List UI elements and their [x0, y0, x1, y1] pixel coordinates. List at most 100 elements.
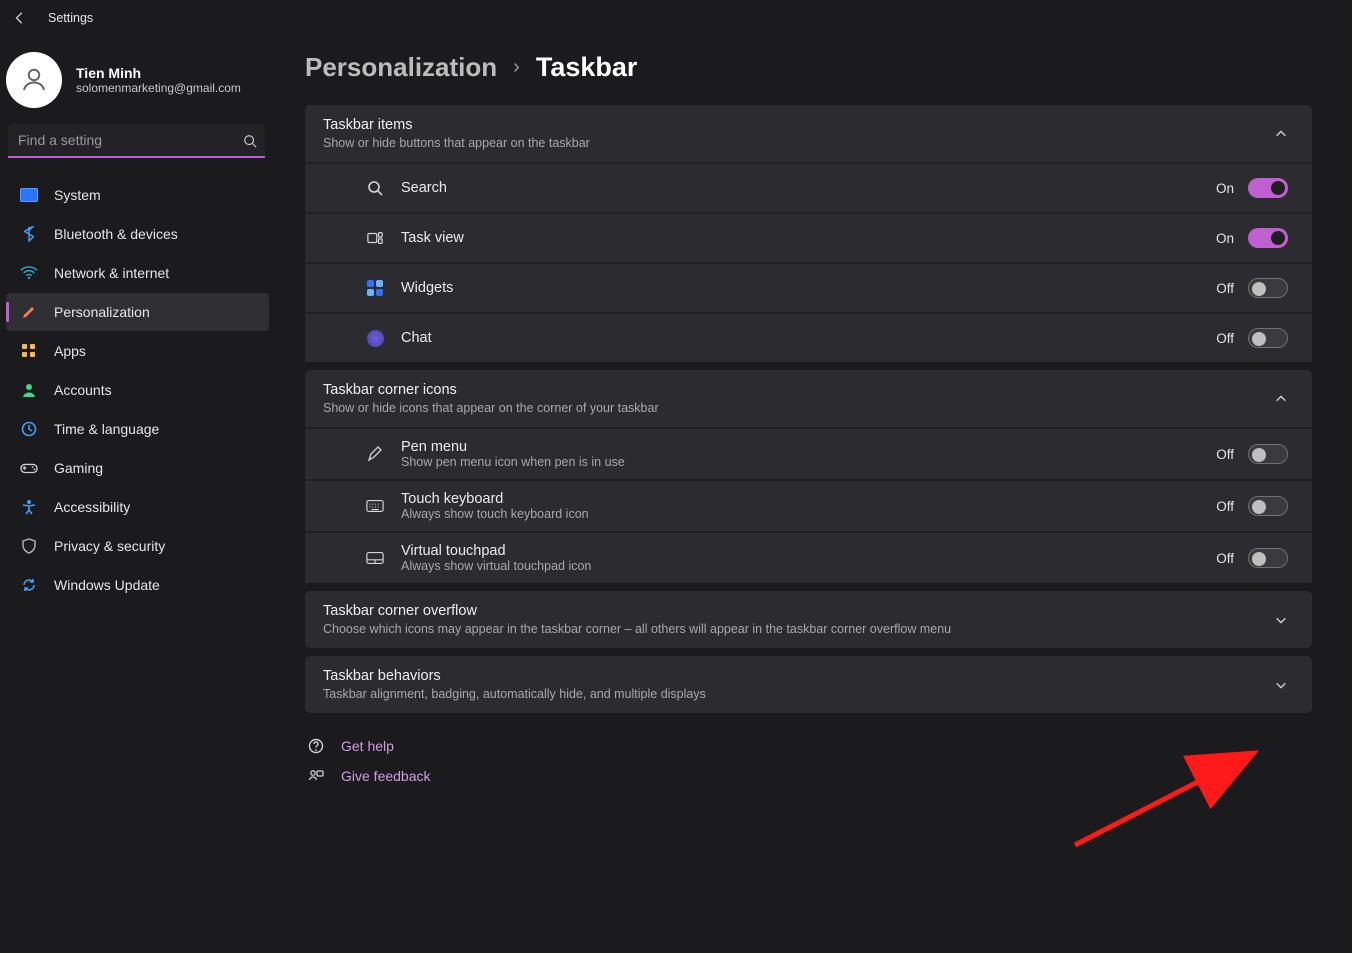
nav-network[interactable]: Network & internet	[6, 254, 269, 292]
chevron-up-icon	[1274, 127, 1288, 141]
row-label: Task view	[401, 230, 464, 246]
paint-icon	[20, 303, 38, 321]
aux-links: Get help Give feedback	[305, 737, 1312, 785]
update-icon	[20, 576, 38, 594]
taskbar-behaviors-header[interactable]: Taskbar behaviors Taskbar alignment, bad…	[305, 656, 1312, 713]
main-content: Personalization › Taskbar Taskbar items …	[275, 34, 1352, 953]
give-feedback-link[interactable]: Give feedback	[307, 767, 1312, 785]
back-arrow-icon	[13, 11, 27, 25]
row-chat: Chat Off	[305, 312, 1312, 362]
row-task-view: Task view On	[305, 212, 1312, 262]
row-sublabel: Show pen menu icon when pen is in use	[401, 455, 625, 469]
feedback-icon	[307, 767, 325, 785]
corner-overflow-header[interactable]: Taskbar corner overflow Choose which ico…	[305, 591, 1312, 648]
search-input[interactable]	[8, 124, 265, 158]
person-icon	[19, 65, 49, 95]
toggle-state: On	[1216, 181, 1234, 196]
nav-label: Privacy & security	[54, 538, 165, 554]
toggle-task-view[interactable]	[1248, 228, 1288, 248]
nav-label: Network & internet	[54, 265, 169, 281]
clock-icon	[20, 420, 38, 438]
nav-accounts[interactable]: Accounts	[6, 371, 269, 409]
section-corner-overflow: Taskbar corner overflow Choose which ico…	[305, 591, 1312, 648]
section-subtitle: Choose which icons may appear in the tas…	[323, 622, 951, 636]
nav-apps[interactable]: Apps	[6, 332, 269, 370]
toggle-search[interactable]	[1248, 178, 1288, 198]
toggle-state: Off	[1216, 281, 1234, 296]
chevron-up-icon	[1274, 392, 1288, 406]
toggle-chat[interactable]	[1248, 328, 1288, 348]
search-field[interactable]	[8, 124, 265, 158]
section-taskbar-behaviors: Taskbar behaviors Taskbar alignment, bad…	[305, 656, 1312, 713]
nav-label: System	[54, 187, 101, 203]
nav-label: Personalization	[54, 304, 150, 320]
nav-label: Time & language	[54, 421, 159, 437]
wifi-icon	[20, 264, 38, 282]
chevron-right-icon: ›	[513, 56, 520, 79]
nav-label: Accounts	[54, 382, 112, 398]
section-title: Taskbar behaviors	[323, 668, 706, 684]
taskbar-items-header[interactable]: Taskbar items Show or hide buttons that …	[305, 105, 1312, 162]
nav-bluetooth[interactable]: Bluetooth & devices	[6, 215, 269, 253]
toggle-state: Off	[1216, 447, 1234, 462]
nav-gaming[interactable]: Gaming	[6, 449, 269, 487]
toggle-state: Off	[1216, 331, 1234, 346]
section-taskbar-items: Taskbar items Show or hide buttons that …	[305, 105, 1312, 362]
bluetooth-icon	[20, 225, 38, 243]
keyboard-icon	[365, 496, 385, 516]
breadcrumb-parent[interactable]: Personalization	[305, 52, 497, 83]
section-subtitle: Taskbar alignment, badging, automaticall…	[323, 687, 706, 701]
toggle-pen-menu[interactable]	[1248, 444, 1288, 464]
search-icon	[365, 178, 385, 198]
nav-label: Accessibility	[54, 499, 130, 515]
nav-accessibility[interactable]: Accessibility	[6, 488, 269, 526]
shield-icon	[20, 537, 38, 555]
toggle-state: Off	[1216, 499, 1234, 514]
row-label: Search	[401, 180, 447, 196]
nav-label: Gaming	[54, 460, 103, 476]
chevron-down-icon	[1274, 613, 1288, 627]
apps-icon	[20, 342, 38, 360]
avatar	[6, 52, 62, 108]
nav-privacy[interactable]: Privacy & security	[6, 527, 269, 565]
nav-system[interactable]: System	[6, 176, 269, 214]
chat-icon	[365, 328, 385, 348]
row-sublabel: Always show virtual touchpad icon	[401, 559, 591, 573]
nav-personalization[interactable]: Personalization	[6, 293, 269, 331]
get-help-link[interactable]: Get help	[307, 737, 1312, 755]
row-label: Virtual touchpad	[401, 543, 591, 559]
nav-time[interactable]: Time & language	[6, 410, 269, 448]
user-name: Tien Minh	[76, 65, 241, 81]
section-subtitle: Show or hide icons that appear on the co…	[323, 401, 659, 415]
nav-label: Windows Update	[54, 577, 160, 593]
toggle-virtual-touchpad[interactable]	[1248, 548, 1288, 568]
toggle-state: Off	[1216, 551, 1234, 566]
row-virtual-touchpad: Virtual touchpad Always show virtual tou…	[305, 531, 1312, 583]
link-label: Get help	[341, 738, 394, 754]
row-label: Touch keyboard	[401, 491, 589, 507]
corner-icons-header[interactable]: Taskbar corner icons Show or hide icons …	[305, 370, 1312, 427]
search-icon	[243, 134, 257, 148]
back-button[interactable]	[8, 6, 32, 30]
user-profile[interactable]: Tien Minh solomenmarketing@gmail.com	[6, 42, 269, 124]
row-touch-keyboard: Touch keyboard Always show touch keyboar…	[305, 479, 1312, 531]
help-icon	[307, 737, 325, 755]
display-icon	[20, 186, 38, 204]
app-title: Settings	[48, 11, 93, 25]
row-sublabel: Always show touch keyboard icon	[401, 507, 589, 521]
toggle-touch-keyboard[interactable]	[1248, 496, 1288, 516]
nav-label: Bluetooth & devices	[54, 226, 178, 242]
nav-menu: System Bluetooth & devices Network & int…	[6, 176, 269, 604]
toggle-widgets[interactable]	[1248, 278, 1288, 298]
nav-update[interactable]: Windows Update	[6, 566, 269, 604]
sidebar: Tien Minh solomenmarketing@gmail.com Sys…	[0, 34, 275, 953]
section-title: Taskbar corner overflow	[323, 603, 951, 619]
task-view-icon	[365, 228, 385, 248]
section-corner-icons: Taskbar corner icons Show or hide icons …	[305, 370, 1312, 583]
section-title: Taskbar items	[323, 117, 590, 133]
row-widgets: Widgets Off	[305, 262, 1312, 312]
page-title: Taskbar	[536, 52, 638, 83]
accessibility-icon	[20, 498, 38, 516]
section-title: Taskbar corner icons	[323, 382, 659, 398]
section-subtitle: Show or hide buttons that appear on the …	[323, 136, 590, 150]
